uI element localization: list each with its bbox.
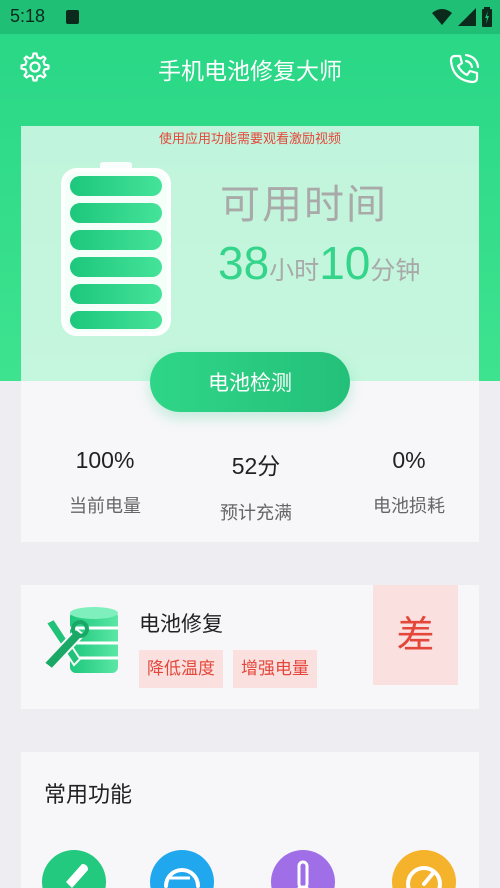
function-thermometer[interactable]: [271, 850, 335, 888]
function-rocket[interactable]: [42, 850, 106, 888]
common-functions-title: 常用功能: [44, 783, 133, 808]
status-bar: 5:18: [0, 0, 500, 34]
hours-unit: 小时: [269, 256, 320, 285]
status-icons: [432, 7, 492, 27]
function-speed[interactable]: [392, 850, 456, 888]
tag-lower-temperature: 降低温度: [139, 650, 223, 688]
phone-button[interactable]: [447, 52, 481, 86]
hours-value: 38: [218, 237, 270, 289]
app-title: 手机电池修复大师: [158, 59, 342, 85]
speed-icon: [406, 866, 442, 888]
stat-value: 0%: [392, 447, 426, 473]
stat-current-charge: 100% 当前电量: [35, 447, 175, 518]
available-time-label: 可用时间: [220, 182, 388, 228]
tag-boost-charge: 增强电量: [233, 650, 317, 688]
stat-time-to-full: 52分 预计充满: [186, 447, 326, 525]
wifi-icon: [432, 9, 452, 25]
stat-label: 电池损耗: [373, 496, 445, 517]
battery-status-icon: [482, 7, 492, 27]
signal-icon: [458, 8, 476, 26]
function-gauge[interactable]: [150, 850, 214, 888]
stat-label: 当前电量: [69, 496, 141, 517]
minutes-unit: 分钟: [370, 256, 421, 285]
rocket-icon: [66, 864, 88, 888]
stat-battery-wear: 0% 电池损耗: [339, 447, 479, 518]
notification-icon: [66, 10, 79, 24]
battery-repair-icon: [42, 607, 118, 673]
battery-check-button[interactable]: 电池检测: [150, 352, 350, 412]
available-time-value: 38小时10分钟: [218, 236, 420, 290]
phone-icon: [449, 53, 480, 84]
thermometer-icon: [296, 860, 310, 888]
battery-icon: [61, 162, 171, 336]
ad-notice: 使用应用功能需要观看激励视频: [158, 132, 341, 147]
stat-label: 预计充满: [220, 503, 292, 524]
stat-value: 52分: [231, 453, 281, 479]
status-time: 5:18: [10, 6, 46, 26]
battery-grade-badge: 差: [373, 585, 458, 685]
gauge-icon: [164, 868, 200, 888]
minutes-value: 10: [319, 237, 371, 289]
stat-value: 100%: [75, 447, 135, 473]
repair-title: 电池修复: [139, 612, 223, 636]
